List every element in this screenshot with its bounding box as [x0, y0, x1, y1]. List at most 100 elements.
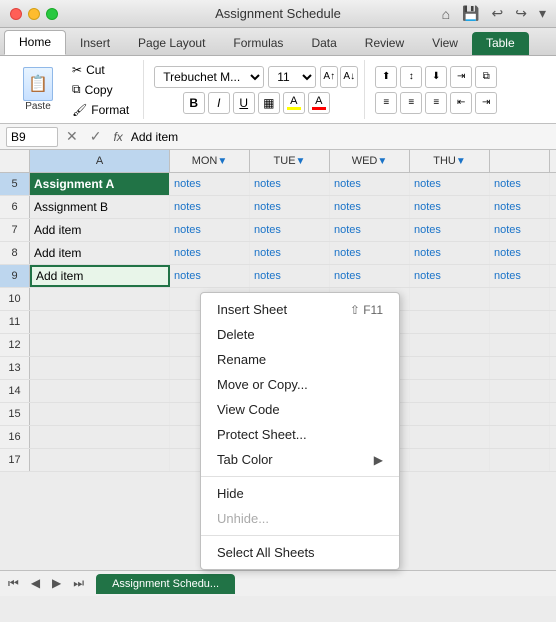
col-header-tue[interactable]: TUE ▼: [250, 150, 330, 172]
cell-f9[interactable]: notes: [490, 265, 550, 287]
ctx-tab-color[interactable]: Tab Color ▶: [201, 447, 399, 472]
ctx-select-all-sheets[interactable]: Select All Sheets: [201, 540, 399, 565]
cell-a14[interactable]: [30, 380, 170, 402]
border-button[interactable]: ▦: [258, 92, 280, 114]
tab-view[interactable]: View: [418, 32, 472, 55]
decrease-indent-button[interactable]: ⇤: [450, 92, 472, 114]
col-header-wed[interactable]: WED ▼: [330, 150, 410, 172]
format-button[interactable]: 🖌 Format: [66, 101, 135, 119]
cell-f16[interactable]: [490, 426, 550, 448]
cell-d6[interactable]: notes: [330, 196, 410, 218]
fill-color-button[interactable]: A: [283, 92, 305, 114]
cell-e17[interactable]: [410, 449, 490, 471]
ctx-move-copy[interactable]: Move or Copy...: [201, 372, 399, 397]
cell-f15[interactable]: [490, 403, 550, 425]
cell-e9[interactable]: notes: [410, 265, 490, 287]
maximize-button[interactable]: [46, 8, 58, 20]
cancel-formula-icon[interactable]: ✕: [62, 128, 82, 145]
align-top-button[interactable]: ⬆: [375, 66, 397, 88]
font-size-decrease-button[interactable]: A↓: [340, 66, 358, 88]
italic-button[interactable]: I: [208, 92, 230, 114]
tab-data[interactable]: Data: [297, 32, 350, 55]
cell-e13[interactable]: [410, 357, 490, 379]
cell-e14[interactable]: [410, 380, 490, 402]
sheet-tab-assignment-schedule[interactable]: Assignment Schedu...: [96, 574, 235, 594]
align-middle-button[interactable]: ↕: [400, 66, 422, 88]
cell-f5[interactable]: notes: [490, 173, 550, 195]
cell-a11[interactable]: [30, 311, 170, 333]
align-left-button[interactable]: ≡: [375, 92, 397, 114]
cell-d5[interactable]: notes: [330, 173, 410, 195]
ctx-delete[interactable]: Delete: [201, 322, 399, 347]
cell-e8[interactable]: notes: [410, 242, 490, 264]
copy-button[interactable]: ⧉ Copy: [66, 81, 135, 99]
underline-button[interactable]: U: [233, 92, 255, 114]
cell-a15[interactable]: [30, 403, 170, 425]
tab-formulas[interactable]: Formulas: [219, 32, 297, 55]
col-header-fri[interactable]: [490, 150, 550, 172]
cell-f17[interactable]: [490, 449, 550, 471]
cell-a6[interactable]: Assignment B: [30, 196, 170, 218]
cell-a5[interactable]: Assignment A: [30, 173, 170, 195]
cell-c6[interactable]: notes: [250, 196, 330, 218]
cell-a13[interactable]: [30, 357, 170, 379]
merge-button[interactable]: ⧉: [475, 66, 497, 88]
cell-e15[interactable]: [410, 403, 490, 425]
cell-f8[interactable]: notes: [490, 242, 550, 264]
wrap-text-button[interactable]: ⇥: [450, 66, 472, 88]
paste-button[interactable]: 📋 Paste: [14, 64, 62, 116]
cell-d7[interactable]: notes: [330, 219, 410, 241]
col-header-mon[interactable]: MON ▼: [170, 150, 250, 172]
font-name-select[interactable]: Trebuchet M...: [154, 66, 264, 88]
cell-reference-box[interactable]: B9: [6, 127, 58, 147]
cell-d9[interactable]: notes: [330, 265, 410, 287]
align-bottom-button[interactable]: ⬇: [425, 66, 447, 88]
col-header-thu[interactable]: THU ▼: [410, 150, 490, 172]
tab-prev-button[interactable]: ◀: [27, 574, 44, 593]
undo-icon[interactable]: ↩: [492, 5, 504, 22]
ctx-view-code[interactable]: View Code: [201, 397, 399, 422]
tab-review[interactable]: Review: [351, 32, 418, 55]
col-header-a[interactable]: A: [30, 150, 170, 172]
cell-b8[interactable]: notes: [170, 242, 250, 264]
tab-insert[interactable]: Insert: [66, 32, 124, 55]
bold-button[interactable]: B: [183, 92, 205, 114]
cell-d8[interactable]: notes: [330, 242, 410, 264]
cell-a9[interactable]: Add item: [30, 265, 170, 287]
redo-icon[interactable]: ↪: [515, 5, 527, 22]
font-size-select[interactable]: 11: [268, 66, 316, 88]
tab-page-layout[interactable]: Page Layout: [124, 32, 219, 55]
cell-f12[interactable]: [490, 334, 550, 356]
cell-e5[interactable]: notes: [410, 173, 490, 195]
cell-f6[interactable]: notes: [490, 196, 550, 218]
ctx-rename[interactable]: Rename: [201, 347, 399, 372]
tab-table[interactable]: Table: [472, 32, 529, 55]
cell-e11[interactable]: [410, 311, 490, 333]
cell-b5[interactable]: notes: [170, 173, 250, 195]
cell-b6[interactable]: notes: [170, 196, 250, 218]
tab-home[interactable]: Home: [4, 30, 66, 55]
cell-e6[interactable]: notes: [410, 196, 490, 218]
minimize-button[interactable]: [28, 8, 40, 20]
tab-next-button[interactable]: ▶: [48, 574, 65, 593]
cell-e12[interactable]: [410, 334, 490, 356]
cell-a8[interactable]: Add item: [30, 242, 170, 264]
ctx-hide[interactable]: Hide: [201, 481, 399, 506]
cell-a10[interactable]: [30, 288, 170, 310]
cell-e16[interactable]: [410, 426, 490, 448]
cell-e7[interactable]: notes: [410, 219, 490, 241]
increase-indent-button[interactable]: ⇥: [475, 92, 497, 114]
close-button[interactable]: [10, 8, 22, 20]
cell-f10[interactable]: [490, 288, 550, 310]
cell-e10[interactable]: [410, 288, 490, 310]
font-color-button[interactable]: A: [308, 92, 330, 114]
cell-f14[interactable]: [490, 380, 550, 402]
tab-last-button[interactable]: ⏭: [69, 574, 88, 593]
function-icon[interactable]: fx: [109, 130, 126, 144]
more-icon[interactable]: ▾: [539, 5, 546, 22]
confirm-formula-icon[interactable]: ✓: [86, 128, 106, 145]
cell-c9[interactable]: notes: [250, 265, 330, 287]
cell-b7[interactable]: notes: [170, 219, 250, 241]
cell-b9[interactable]: notes: [170, 265, 250, 287]
cell-a17[interactable]: [30, 449, 170, 471]
